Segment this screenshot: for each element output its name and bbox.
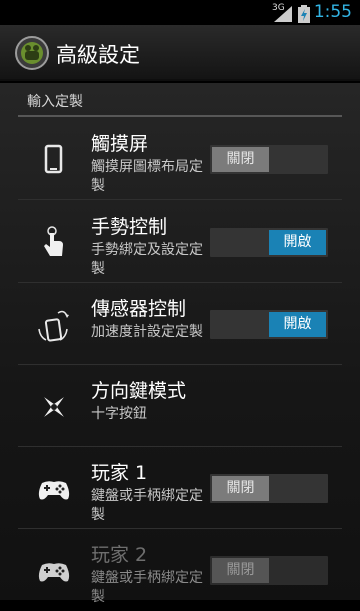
player-1-title: 玩家 1 [91,462,148,484]
section-header: 輸入定製 [18,83,342,117]
phone-icon [44,144,63,174]
player-1-summary: 鍵盤或手柄綁定定製 [91,488,203,523]
player-1-toggle[interactable]: 關閉 [210,474,328,503]
sensor-control-item[interactable]: 傳感器控制 加速度計設定定製 開啟 [18,283,342,365]
toggle-label: 開啟 [269,312,326,337]
action-bar: 高級設定 [0,25,360,81]
player-2-toggle[interactable]: 關閉 [210,556,328,585]
dpad-title: 方向鍵模式 [91,380,187,402]
sensor-summary: 加速度計設定定製 [91,324,203,340]
dpad-icon [44,397,64,417]
touchscreen-title: 觸摸屏 [91,133,149,155]
gesture-control-item[interactable]: 手勢控制 手勢綁定及設定定製 開啟 [18,201,342,283]
sensor-title: 傳感器控制 [91,298,187,320]
player-1-item[interactable]: 玩家 1 鍵盤或手柄綁定定製 關閉 [18,447,342,529]
player-2-summary: 鍵盤或手柄綁定定製 [91,570,203,605]
touchscreen-summary: 觸摸屏圖標布局定製 [91,159,203,194]
app-icon[interactable] [15,36,49,70]
sensor-icon [38,310,69,342]
page-title: 高級設定 [56,43,140,67]
gesture-summary: 手勢綁定及設定定製 [91,242,203,277]
signal-icon [274,6,292,22]
status-bar: 3G 1:55 [0,0,360,25]
dpad-mode-item[interactable]: 方向鍵模式 十字按鈕 [18,365,342,447]
gesture-toggle[interactable]: 開啟 [210,228,328,257]
touchscreen-item[interactable]: 觸摸屏 觸摸屏圖標布局定製 關閉 [18,118,342,200]
sensor-toggle[interactable]: 開啟 [210,310,328,339]
gamepad-icon [38,481,70,500]
touchscreen-toggle[interactable]: 關閉 [210,145,328,174]
dpad-summary: 十字按鈕 [91,406,147,422]
player-2-title: 玩家 2 [91,544,148,566]
section-title: 輸入定製 [27,94,83,110]
gesture-icon [44,226,63,256]
gamepad-icon [38,563,70,582]
toggle-label: 開啟 [269,230,326,255]
toggle-label: 關閉 [212,558,269,583]
settings-list: 輸入定製 觸摸屏 觸摸屏圖標布局定製 關閉 手勢控制 手勢綁定及設定定製 開啟 [0,83,360,605]
battery-icon [298,5,310,23]
gesture-title: 手勢控制 [91,216,168,238]
toggle-label: 關閉 [212,476,269,501]
toggle-label: 關閉 [212,147,269,172]
clock: 1:55 [313,2,352,22]
player-2-item[interactable]: 玩家 2 鍵盤或手柄綁定定製 關閉 [18,529,342,611]
